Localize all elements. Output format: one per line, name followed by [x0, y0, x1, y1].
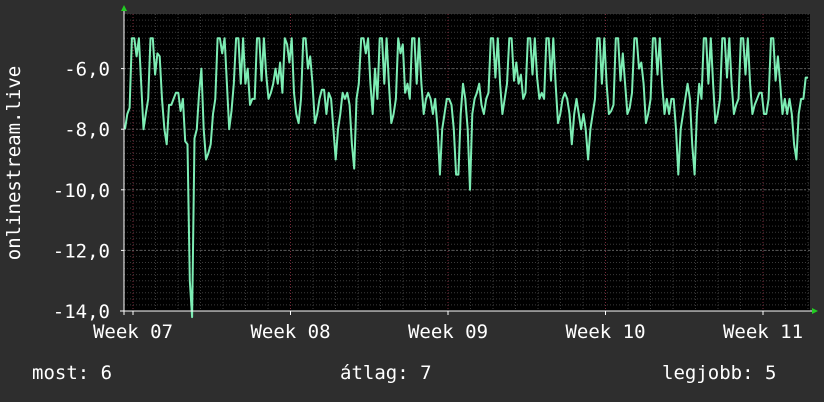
x-tick-label: Week 07: [93, 321, 173, 343]
y-axis-ticks: -6,0 -8,0 -10,0 -12,0 -14,0: [53, 59, 124, 323]
y-tick-label: -10,0: [53, 180, 110, 202]
x-axis-ticks: Week 07 Week 08 Week 09 Week 10 Week 11: [93, 311, 803, 343]
y-axis-arrow-icon: [121, 5, 127, 11]
legend-current-value: 6: [100, 362, 113, 384]
legend-best-value: 5: [764, 362, 777, 384]
legend-current-label: most:: [32, 362, 90, 384]
legend-current: most: 6: [32, 362, 112, 386]
legend-average-value: 7: [420, 362, 432, 384]
x-tick-label: Week 11: [723, 321, 803, 343]
legend-average-label: átlag:: [340, 362, 409, 384]
legend-best: legjobb: 5: [662, 362, 776, 386]
x-axis-arrow-icon: [812, 308, 818, 314]
x-tick-label: Week 10: [565, 321, 645, 343]
y-axis-title: onlinestream.live: [3, 66, 25, 260]
x-tick-label: Week 08: [250, 321, 330, 343]
y-tick-label: -12,0: [53, 240, 110, 262]
y-tick-label: -6,0: [64, 59, 110, 81]
x-tick-label: Week 09: [408, 321, 488, 343]
legend-average: átlag: 7: [340, 362, 432, 386]
chart: -6,0-8,0-10,0-12,0-14,0 Week 07 Week 08 We…: [3, 5, 818, 343]
y-tick-label: -8,0: [64, 119, 110, 141]
legend-best-label: legjobb:: [662, 362, 754, 384]
y-tick-label: -14,0: [53, 301, 110, 323]
